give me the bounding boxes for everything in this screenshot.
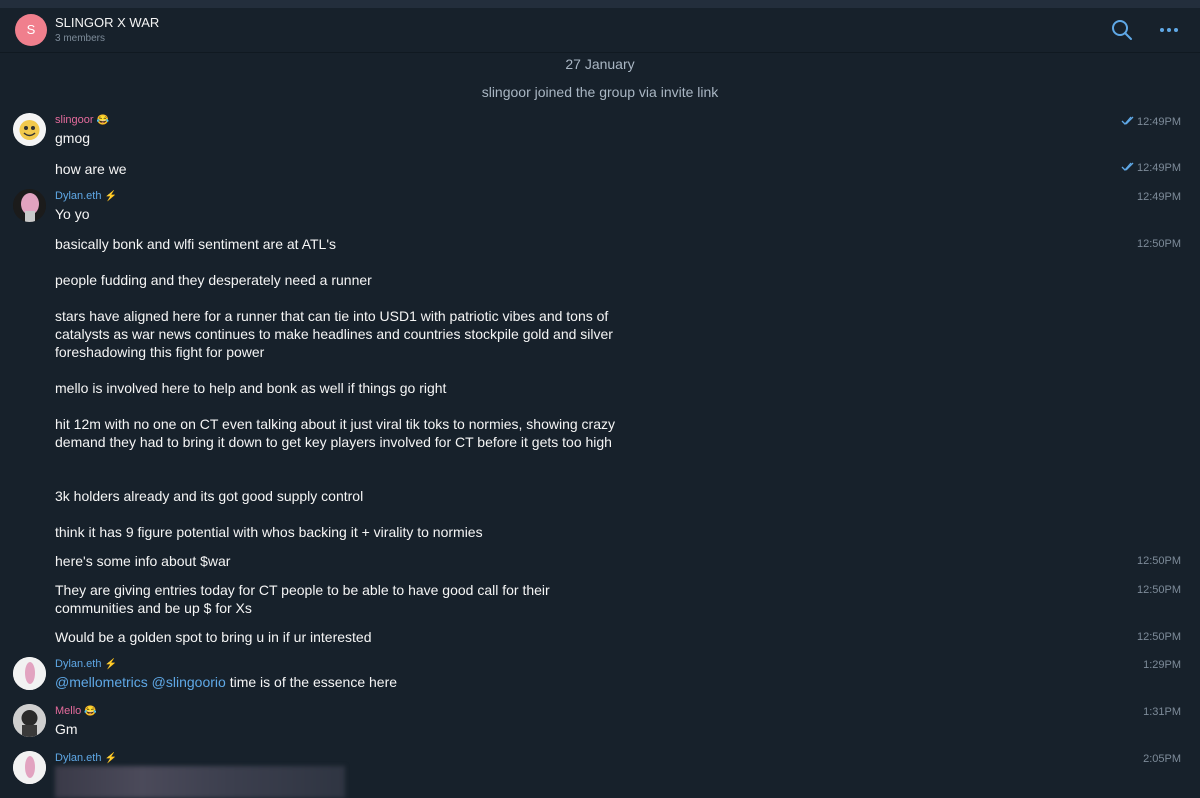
message-time: 12:50PM xyxy=(1136,631,1181,643)
emoji-badge-icon: 😂 xyxy=(84,706,97,717)
member-count: 3 members xyxy=(55,33,106,44)
double-check-icon xyxy=(1121,162,1134,171)
message-time: 1:29PM xyxy=(1143,659,1181,671)
message-body: time is of the essence here xyxy=(225,674,398,690)
author-label: Mello xyxy=(55,705,82,717)
message-text: mello is involved here to help and bonk … xyxy=(55,380,447,396)
message-time: 12:50PM xyxy=(1136,584,1181,596)
chat-title[interactable]: SLINGOR X WAR xyxy=(55,15,159,30)
message-text: hit 12m with no one on CT even talking a… xyxy=(55,416,616,450)
blurred-media-preview[interactable] xyxy=(55,766,345,798)
double-check-icon xyxy=(1121,116,1134,125)
avatar-dylan[interactable] xyxy=(13,751,46,784)
author-name[interactable]: Dylan.eth ⚡ xyxy=(55,752,117,764)
author-name[interactable]: Dylan.eth ⚡ xyxy=(55,190,117,202)
verified-badge-icon: ⚡ xyxy=(104,753,117,764)
author-name[interactable]: Mello 😂 xyxy=(55,705,97,717)
date-separator: 27 January xyxy=(565,56,635,72)
message-time: 12:49PM xyxy=(1121,162,1181,174)
message-time: 1:31PM xyxy=(1143,706,1181,718)
message-text: They are giving entries today for CT peo… xyxy=(55,582,550,616)
author-label: Dylan.eth xyxy=(55,658,102,670)
author-name[interactable]: slingoor 😂 xyxy=(55,114,109,126)
avatar-dylan[interactable] xyxy=(13,189,46,222)
message-text: gmog xyxy=(55,130,91,146)
message-time: 12:49PM xyxy=(1136,191,1181,203)
verified-badge-icon: ⚡ xyxy=(104,191,117,202)
message-text: basically bonk and wlfi sentiment are at… xyxy=(55,236,336,252)
message-time: 2:05PM xyxy=(1143,753,1181,765)
author-name[interactable]: Dylan.eth ⚡ xyxy=(55,658,117,670)
message-text: think it has 9 figure potential with who… xyxy=(55,524,483,540)
message-text: Gm xyxy=(55,721,78,737)
avatar-slingoor[interactable] xyxy=(13,113,46,146)
avatar-mello[interactable] xyxy=(13,704,46,737)
author-label: slingoor xyxy=(55,114,94,126)
emoji-badge-icon: 😂 xyxy=(96,115,109,126)
message-text: stars have aligned here for a runner tha… xyxy=(55,308,613,360)
message-time: 12:50PM xyxy=(1136,238,1181,250)
avatar-dylan[interactable] xyxy=(13,657,46,690)
verified-badge-icon: ⚡ xyxy=(104,659,117,670)
message-time: 12:50PM xyxy=(1136,555,1181,567)
message-text: @mellometrics @slingoorio time is of the… xyxy=(55,673,645,691)
message-text: 3k holders already and its got good supp… xyxy=(55,488,364,504)
author-label: Dylan.eth xyxy=(55,752,102,764)
message-text: how are we xyxy=(55,161,127,177)
message-text: people fudding and they desperately need… xyxy=(55,272,372,288)
message-time: 12:49PM xyxy=(1121,116,1181,128)
group-avatar[interactable]: S xyxy=(15,14,47,46)
search-icon[interactable] xyxy=(1110,18,1134,42)
message-text: here's some info about $war xyxy=(55,553,231,569)
mention-link[interactable]: @mellometrics xyxy=(55,674,148,690)
chat-header: S SLINGOR X WAR 3 members xyxy=(0,8,1200,53)
mention-link[interactable]: @slingoorio xyxy=(152,674,226,690)
message-text: Yo yo xyxy=(55,206,90,222)
join-notice: slingoor joined the group via invite lin… xyxy=(481,84,719,100)
message-text: Would be a golden spot to bring u in if … xyxy=(55,629,372,645)
author-label: Dylan.eth xyxy=(55,190,102,202)
window-top-strip xyxy=(0,0,1200,8)
more-icon[interactable] xyxy=(1157,18,1181,42)
